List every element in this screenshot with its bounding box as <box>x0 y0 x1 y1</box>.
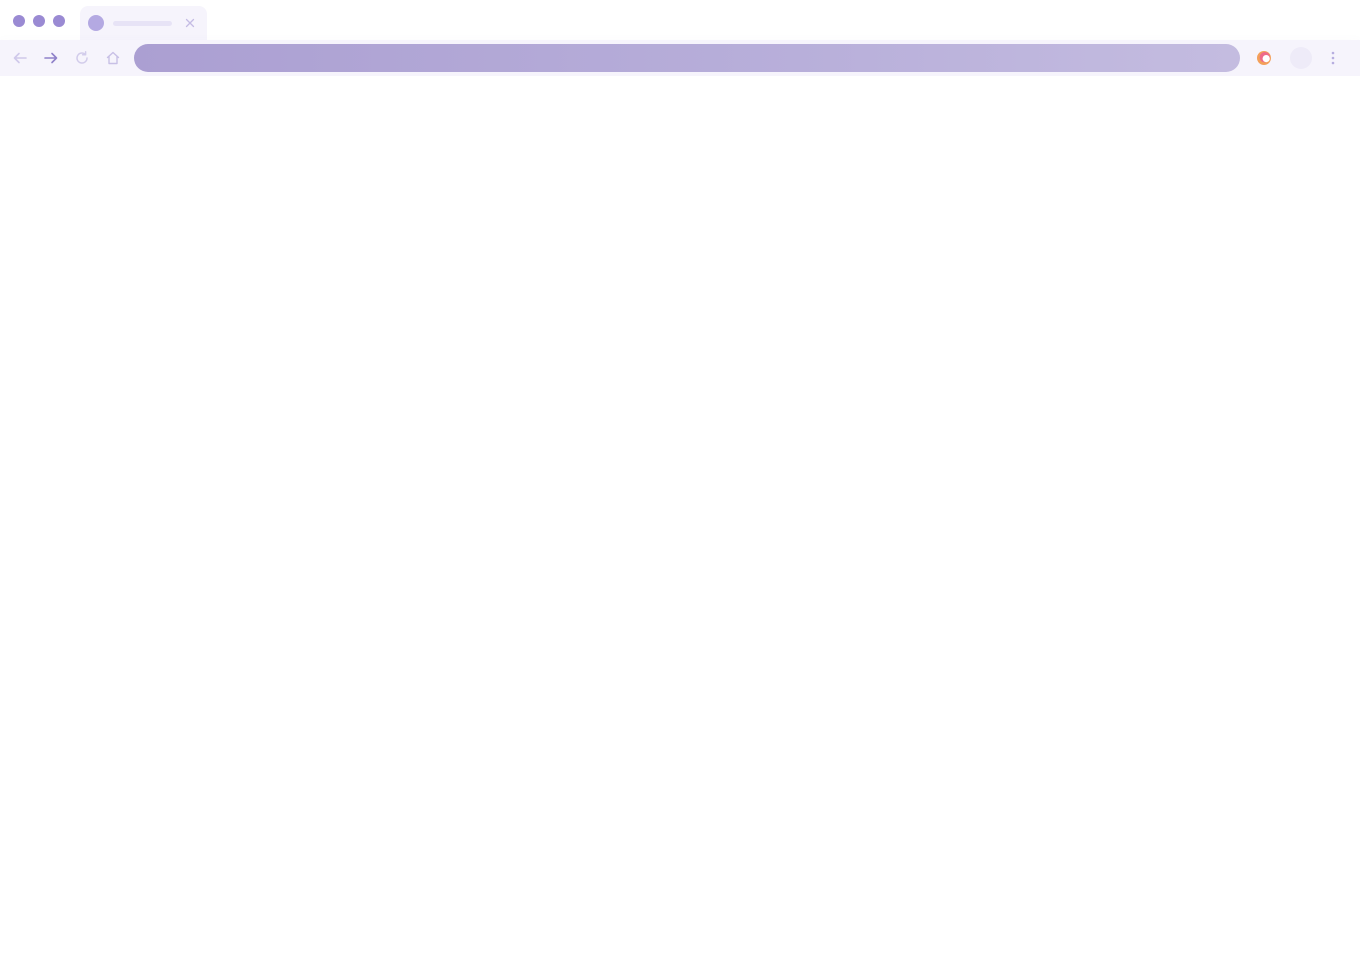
reload-icon <box>76 51 88 64</box>
forward-button[interactable] <box>41 48 61 68</box>
avatar-icon[interactable] <box>1290 47 1312 69</box>
tab-title <box>113 21 172 26</box>
extension-icon[interactable] <box>1255 49 1273 67</box>
arrow-left-icon <box>13 52 27 64</box>
close-icon[interactable] <box>183 16 197 30</box>
tab-strip <box>0 0 1360 40</box>
address-bar-input[interactable] <box>134 44 1240 72</box>
window-minimize-button[interactable] <box>33 15 45 27</box>
page-content <box>0 76 1360 964</box>
browser-toolbar <box>0 40 1360 76</box>
favicon-circle-icon <box>88 15 104 31</box>
window-close-button[interactable] <box>13 15 25 27</box>
home-icon <box>106 51 120 65</box>
home-button[interactable] <box>103 48 123 68</box>
kebab-menu-icon[interactable] <box>1325 48 1341 68</box>
arrow-right-icon <box>44 52 58 64</box>
reload-button[interactable] <box>72 48 92 68</box>
browser-window <box>0 0 1360 964</box>
window-maximize-button[interactable] <box>53 15 65 27</box>
browser-tab[interactable] <box>80 6 207 40</box>
back-button[interactable] <box>10 48 30 68</box>
